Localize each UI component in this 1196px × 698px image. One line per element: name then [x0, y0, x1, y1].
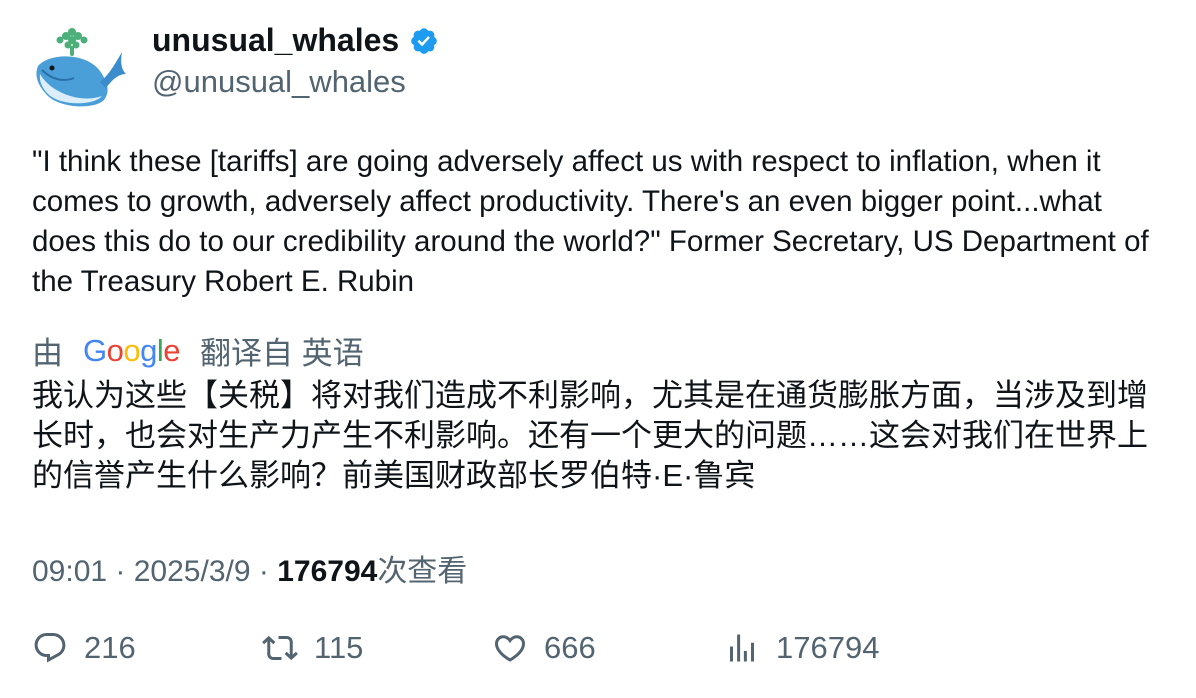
whale-icon: [36, 28, 126, 107]
analytics-icon: [730, 634, 754, 662]
tweet-date[interactable]: 2025/3/9: [134, 555, 251, 588]
reply-icon: [34, 633, 66, 663]
views-count: 176794: [277, 555, 378, 588]
views-action-count: 176794: [776, 630, 880, 665]
retweet-button[interactable]: 115: [262, 630, 363, 666]
reply-count: 216: [84, 630, 136, 665]
meta-separator: ·: [107, 555, 134, 588]
translation-by-label: 由: [32, 336, 63, 371]
like-button[interactable]: 666: [492, 630, 596, 666]
verified-badge-icon: [411, 27, 437, 54]
views-button[interactable]: 176794: [724, 630, 879, 666]
tweet-text: "I think these [tariffs] are going adver…: [32, 145, 1149, 298]
tweet-time[interactable]: 09:01: [32, 555, 107, 588]
author-handle[interactable]: @unusual_whales: [152, 64, 406, 100]
translation-attribution: 由 Google 翻译自 英语: [32, 328, 364, 373]
translation-source-label: 翻译自 英语: [200, 336, 364, 371]
like-count: 666: [544, 630, 596, 665]
retweet-count: 115: [314, 630, 364, 665]
reply-button[interactable]: 216: [32, 630, 136, 666]
google-logo: Google: [83, 332, 181, 368]
meta-separator-2: ·: [250, 555, 278, 588]
display-name-text: unusual_whales: [152, 22, 400, 58]
retweet-icon: [262, 635, 298, 661]
translated-text: 我认为这些【关税】将对我们造成不利影响，尤其是在通货膨胀方面，当涉及到增长时，也…: [32, 378, 1148, 493]
heart-icon: [494, 635, 526, 662]
tweet-meta: 09:01 · 2025/3/9 · 176794次查看: [32, 546, 467, 590]
avatar[interactable]: [30, 22, 126, 114]
views-label: 次查看: [377, 555, 468, 588]
author-display-name[interactable]: unusual_whales: [152, 22, 439, 59]
